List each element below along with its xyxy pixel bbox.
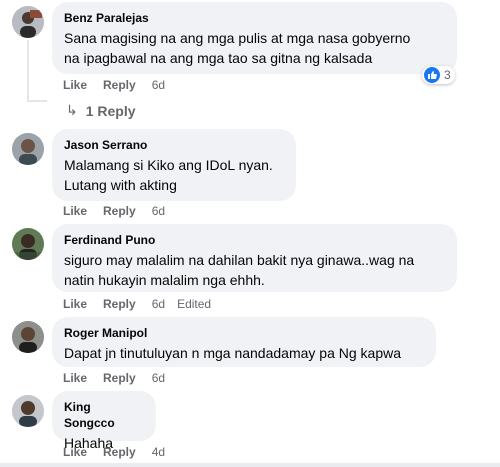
reply-button[interactable]: Reply (103, 370, 136, 386)
avatar[interactable] (12, 133, 44, 165)
reply-button[interactable]: Reply (103, 444, 136, 460)
reaction-count: 3 (444, 68, 451, 82)
comment-timestamp[interactable]: 6d (152, 370, 165, 386)
avatar[interactable] (12, 228, 44, 260)
avatar[interactable] (12, 6, 44, 38)
comment-author[interactable]: Roger Manipol (64, 325, 424, 341)
comment-bubble: Benz Paralejas Sana magising na ang mga … (52, 2, 457, 74)
comment-actions: Like Reply 6d (63, 370, 177, 386)
like-button[interactable]: Like (63, 444, 87, 460)
replies-count-label: 1 Reply (85, 102, 136, 119)
comment-actions: Like Reply 6d (63, 77, 177, 93)
divider (0, 463, 500, 467)
reply-arrow-icon: ↳ (66, 102, 78, 118)
comment-bubble: Jason Serrano Malamang si Kiko ang IDoL … (52, 129, 296, 201)
comment-timestamp[interactable]: 6d (152, 77, 165, 93)
comment-bubble: King Songcco Hahaha (52, 391, 156, 451)
comment-author[interactable]: Ferdinand Puno (64, 232, 445, 248)
like-button[interactable]: Like (63, 77, 87, 93)
comment-actions: Like Reply 6d (63, 203, 177, 219)
comment-text: siguro may malalim na dahilan bakit nya … (64, 252, 415, 288)
like-button[interactable]: Like (63, 296, 87, 312)
avatar[interactable] (12, 395, 44, 427)
comment-text: Malamang si Kiko ang IDoL nyan. Lutang w… (64, 157, 273, 193)
thread-line (27, 40, 29, 102)
reply-button[interactable]: Reply (103, 203, 136, 219)
edited-label: Edited (177, 297, 212, 311)
comment-author[interactable]: Jason Serrano (64, 137, 284, 153)
reply-button[interactable]: Reply (103, 296, 136, 312)
like-button[interactable]: Like (63, 203, 87, 219)
comment-actions: Like Reply 4d (63, 444, 177, 460)
comment-timestamp[interactable]: 6d (152, 203, 165, 219)
reaction-summary[interactable]: 3 (422, 66, 455, 84)
view-replies-link[interactable]: ↳ 1 Reply (66, 102, 136, 119)
like-button[interactable]: Like (63, 370, 87, 386)
comment-author[interactable]: King Songcco (64, 399, 144, 431)
comment-text: Sana magising na ang mga pulis at mga na… (64, 30, 411, 66)
comment-timestamp[interactable]: 4d (152, 444, 165, 460)
comment-text: Dapat jn tinutuluyan n mga nandadamay pa… (64, 345, 401, 361)
like-icon (424, 67, 440, 83)
reply-button[interactable]: Reply (103, 77, 136, 93)
avatar[interactable] (12, 321, 44, 353)
comment-author[interactable]: Benz Paralejas (64, 10, 445, 26)
thread-line (27, 100, 47, 102)
comment-bubble: Roger Manipol Dapat jn tinutuluyan n mga… (52, 317, 436, 367)
comment-actions: Like Reply 6d Edited (63, 296, 211, 312)
comment-bubble: Ferdinand Puno siguro may malalim na dah… (52, 224, 457, 292)
comment-timestamp[interactable]: 6d (152, 296, 165, 312)
